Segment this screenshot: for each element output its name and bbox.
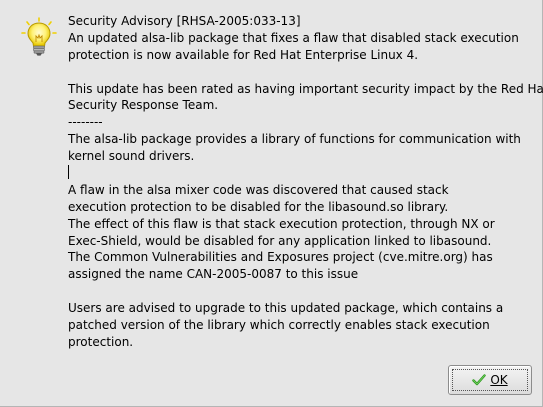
message-line: protection is now available for Red Hat …: [68, 47, 419, 62]
message-line: A flaw in the alsa mixer code was discov…: [68, 182, 449, 197]
message-line: The alsa-lib package provides a library …: [68, 132, 521, 147]
message-line: assigned the name CAN-2005-0087 to this …: [68, 267, 359, 282]
message-line: The effect of this flaw is that stack ex…: [68, 216, 495, 231]
message-line: [68, 283, 538, 300]
message-line: [68, 64, 538, 81]
message-line: The Common Vulnerabilities and Exposures…: [68, 250, 493, 265]
checkmark-icon: [472, 374, 487, 386]
message-line: patched version of the library which cor…: [68, 318, 490, 333]
message-line: Exec-Shield, would be disabled for any a…: [68, 233, 492, 248]
security-advisory-dialog: Security Advisory [RHSA-2005:033-13] An …: [0, 0, 543, 407]
message-line: kernel sound drivers.: [68, 149, 195, 164]
message-line-caret: [68, 165, 538, 182]
advisory-message: Security Advisory [RHSA-2005:033-13] An …: [68, 13, 543, 351]
message-line: execution protection to be disabled for …: [68, 199, 449, 214]
message-line: --------: [68, 115, 103, 130]
message-line: Security Response Team.: [68, 98, 219, 113]
ok-button[interactable]: OK: [448, 365, 532, 395]
text-caret: [68, 165, 69, 180]
ok-button-label: OK: [490, 373, 508, 387]
message-line: This update has been rated as having imp…: [68, 81, 543, 96]
message-line: protection.: [68, 334, 134, 349]
lightbulb-info-icon: [21, 17, 57, 56]
message-line: An updated alsa-lib package that fixes a…: [68, 30, 519, 45]
message-line: Security Advisory [RHSA-2005:033-13]: [68, 14, 301, 28]
message-line: Users are advised to upgrade to this upd…: [68, 301, 504, 316]
